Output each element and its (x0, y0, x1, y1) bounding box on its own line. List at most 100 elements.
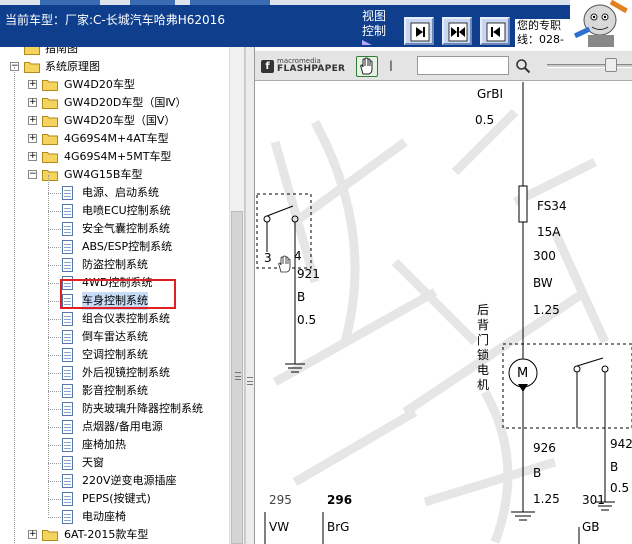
tree-node-model[interactable]: + GW4D20D车型（国Ⅳ） (0, 94, 229, 112)
tree-node-model[interactable]: +4G69S4M+5MT车型 (0, 148, 229, 166)
tree-node-label: 空调控制系统 (82, 348, 148, 361)
page-icon (62, 330, 73, 344)
tree-node-label: 安全气囊控制系统 (82, 222, 170, 235)
expand-icon[interactable]: + (28, 152, 37, 161)
tree-connector (48, 211, 61, 212)
flashpaper-logo: f macromedia FLASHPAPER (261, 57, 357, 77)
tree-node-model[interactable]: + GW4D20车型 (0, 76, 229, 94)
tree-node-system[interactable]: 座椅加热 (0, 436, 229, 454)
tree-node-system[interactable]: 外后视镜控制系统 (0, 364, 229, 382)
page-icon (62, 456, 73, 470)
logo-flashpaper: FLASHPAPER (277, 64, 346, 74)
tree-node-root[interactable]: − 系统原理图 (0, 58, 229, 76)
tree-node-system[interactable]: 组合仪表控制系统 (0, 310, 229, 328)
tree-node-label: 6AT-2015款车型 (64, 528, 149, 541)
tree-node-label: GW4G15B车型 (64, 168, 143, 181)
tree-node-label: 倒车雷达系统 (82, 330, 148, 343)
tree-node-system[interactable]: ABS/ESP控制系统 (0, 238, 229, 256)
folder-icon (42, 80, 58, 91)
tree-node-system[interactable]: 倒车雷达系统 (0, 328, 229, 346)
search-icon[interactable] (515, 58, 531, 74)
page-icon (62, 420, 73, 434)
folder-icon (42, 152, 58, 163)
zoom-slider-thumb[interactable] (605, 58, 617, 72)
expand-icon[interactable]: + (28, 530, 37, 539)
tree-node-model[interactable]: + GW4D20车型（国Ⅴ） (0, 112, 229, 130)
tree-node-system[interactable]: 防盗控制系统 (0, 256, 229, 274)
page-icon (62, 402, 73, 416)
grbi-label: GrBI (477, 87, 503, 101)
wire-296-label: 296 (327, 493, 352, 507)
text-select-tool-button[interactable]: I (385, 57, 397, 77)
current-car-model: 当前车型：厂家:C-长城汽车哈弗H62016 (5, 13, 225, 27)
expand-icon[interactable]: + (28, 134, 37, 143)
hand-tool-button[interactable] (356, 56, 378, 77)
wire-921-label: 921 (297, 267, 320, 281)
color-bw-label: BW (533, 276, 553, 290)
color-brg-label: BrG (327, 520, 349, 534)
app-window: 当前车型：厂家:C-长城汽车哈弗H62016 视图 控制 您的专职 线：028-… (0, 0, 632, 544)
wiring-diagram[interactable]: 3 4 921 B 0.5 GrBI 0.5 FS34 15A 300 BW 1… (255, 82, 632, 544)
tree-node-model[interactable]: − GW4G15B车型 (0, 166, 229, 184)
wire-301-label: 301 (582, 493, 605, 507)
color-b-left-label: B (297, 290, 305, 304)
folder-icon (42, 116, 58, 127)
folder-icon (24, 47, 40, 55)
tree-panel: 指南图 − 系统原理图 + GW4D20车型 + GW4D20D车型（国Ⅳ） + GW4D20车… (0, 47, 245, 544)
panel-splitter[interactable] (245, 47, 255, 544)
expand-icon[interactable]: + (28, 80, 37, 89)
tree-node-system[interactable]: 影音控制系统 (0, 382, 229, 400)
tree-connector (14, 67, 15, 544)
folder-icon (42, 170, 58, 181)
folder-icon (24, 62, 40, 73)
scrollbar-grip-icon (235, 372, 241, 380)
tree-node-label: 座椅加热 (82, 438, 126, 451)
tree-node-system[interactable]: 电喷ECU控制系统 (0, 202, 229, 220)
tree-connector (48, 445, 61, 446)
fit-view-button[interactable] (442, 17, 472, 45)
splitter-grip-icon (247, 377, 253, 385)
page-icon (62, 348, 73, 362)
tree-node-system[interactable]: 220V逆变电源插座 (0, 472, 229, 490)
tree-node-partial[interactable]: 指南图 (0, 47, 229, 58)
hand-cursor-icon (278, 255, 291, 273)
tree-node-system[interactable]: 电动座椅 (0, 508, 229, 526)
tree-node-system[interactable]: 防夹玻璃升降器控制系统 (0, 400, 229, 418)
tree-node-model[interactable]: +4G69S4M+4AT车型 (0, 130, 229, 148)
fuse-label: FS34 (537, 199, 567, 213)
tree-node-model[interactable]: +6AT-2015款车型 (0, 526, 229, 544)
tree-node-label: 4G69S4M+4AT车型 (64, 132, 169, 145)
view-control-label: 视图 控制 (362, 9, 387, 45)
watermark (270, 108, 610, 544)
tree-node-system[interactable]: 天窗 (0, 454, 229, 472)
view-control-line2: 控制 (362, 24, 387, 38)
expand-icon[interactable]: + (28, 98, 37, 107)
mascot-icon (570, 0, 632, 47)
tree-node-system[interactable]: 点烟器/备用电源 (0, 418, 229, 436)
expand-icon[interactable]: + (28, 116, 37, 125)
tree-scrollbar[interactable] (229, 47, 244, 544)
arrow-right-icon (410, 22, 430, 42)
zoom-slider-track[interactable] (547, 64, 632, 68)
previous-view-button[interactable] (480, 17, 510, 45)
tree-node-system[interactable]: PEPS(按键式) (0, 490, 229, 508)
find-input[interactable] (417, 56, 509, 75)
page-icon (62, 492, 73, 506)
tree-node-system[interactable]: 电源、启动系统 (0, 184, 229, 202)
tree-node-system[interactable]: 安全气囊控制系统 (0, 220, 229, 238)
tree-node-label: ABS/ESP控制系统 (82, 240, 173, 253)
collapse-icon[interactable]: − (28, 170, 37, 179)
next-view-button[interactable] (404, 17, 434, 45)
motor-m-label: M (517, 366, 528, 381)
scrollbar-thumb[interactable] (231, 211, 243, 544)
highlight-annotation (60, 279, 176, 309)
wire-295-label: 295 (269, 493, 292, 507)
tree-node-system[interactable]: 空调控制系统 (0, 346, 229, 364)
hand-icon (360, 57, 373, 75)
pin-3-label: 3 (264, 251, 272, 265)
header-bar: 当前车型：厂家:C-长城汽车哈弗H62016 视图 控制 您的专职 线：028- (0, 0, 632, 47)
size-05-left-label: 0.5 (297, 313, 316, 327)
ground-mid-icon (511, 511, 535, 521)
page-icon (62, 240, 73, 254)
folder-icon (42, 98, 58, 109)
